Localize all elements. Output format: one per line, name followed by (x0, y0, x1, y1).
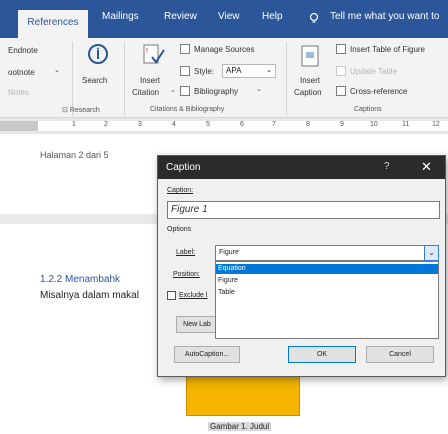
insert-caption-icon (301, 45, 319, 67)
caption-field-label: Caption: (167, 187, 194, 194)
lightbulb-icon (309, 12, 319, 23)
insert-citation-button[interactable]: Insert (140, 76, 160, 85)
new-label-button[interactable]: New Lab (176, 316, 218, 333)
insert-citation-icon: ! (143, 44, 165, 64)
label-select[interactable]: Figure (215, 245, 439, 261)
style-icon (180, 66, 190, 76)
table-of-figures-icon (336, 44, 346, 54)
next-footnote-button[interactable]: ootnote (8, 68, 35, 77)
help-button[interactable]: ? (384, 161, 390, 172)
tab-view[interactable]: View (218, 11, 240, 22)
show-notes-button[interactable]: Notes (8, 88, 29, 97)
caption-input[interactable]: Figure 1 (167, 201, 440, 219)
chevron-down-icon[interactable]: ⌄ (54, 66, 60, 74)
ruler-tick-label: 6 (240, 121, 244, 128)
chevron-down-icon[interactable]: ⌄ (424, 245, 439, 261)
label-field-label: Label: (176, 249, 196, 256)
manage-sources-button[interactable]: Manage Sources (194, 45, 254, 54)
insert-caption-button-line2[interactable]: Caption (294, 88, 322, 97)
tell-me-search[interactable]: Tell me what you want to (330, 11, 440, 22)
tab-references[interactable]: References (18, 10, 88, 38)
caption-dialog: Caption ? ✕ Caption: Figure 1 Options La… (157, 155, 446, 377)
ruler-tick-label: 12 (432, 121, 440, 128)
update-table-button[interactable]: Update Table (350, 67, 397, 76)
tab-review[interactable]: Review (164, 11, 197, 22)
chevron-down-icon[interactable]: ⌄ (170, 86, 176, 94)
close-icon[interactable]: ✕ (421, 159, 432, 175)
ruler-tick-label: 2 (104, 121, 108, 128)
bibliography-button[interactable]: Bibliography (194, 87, 238, 96)
ribbon-tab-bar: References Mailings Review View Help Tel… (0, 0, 448, 38)
manage-sources-icon (180, 44, 190, 54)
dropdown-option-equation[interactable]: Equation (216, 264, 438, 274)
tab-mailings[interactable]: Mailings (102, 11, 139, 22)
style-label: Style: (194, 67, 215, 76)
cross-reference-button[interactable]: Cross-reference (350, 87, 407, 96)
ruler-tick-label: 9 (340, 121, 344, 128)
body-paragraph[interactable]: Misalnya dalam makal (40, 290, 139, 301)
insert-endnote-button[interactable]: Endnote (8, 46, 38, 55)
dialog-title: Caption (166, 162, 201, 173)
section-heading[interactable]: 1.2.2 Menambahk (40, 274, 120, 285)
ruler-tick-label: 4 (172, 121, 176, 128)
position-field-label: Position: (173, 271, 200, 278)
word-window: References Mailings Review View Help Tel… (0, 0, 448, 434)
tab-help[interactable]: Help (262, 11, 283, 22)
ruler-tick-label: 11 (402, 121, 410, 128)
dropdown-option-table[interactable]: Table (216, 288, 438, 298)
exclude-label-text: Exclude l (179, 292, 208, 299)
ruler-tick-label: 8 (306, 121, 310, 128)
group-divider (124, 42, 125, 116)
chevron-down-icon[interactable]: ⌄ (256, 85, 262, 93)
figure-caption[interactable]: Gambar 1. Judul (208, 422, 272, 431)
figure-image[interactable] (186, 372, 300, 416)
ruler-tick-label: 3 (138, 121, 142, 128)
research-group-label: ⊡ Research (62, 107, 100, 114)
update-table-icon (336, 66, 346, 76)
ruler-tick-label: 1 (72, 121, 76, 128)
style-value: APA (226, 66, 242, 75)
group-divider (72, 42, 73, 116)
ruler-tick-label: 10 (370, 121, 378, 128)
bibliography-icon (180, 86, 190, 96)
ruler-tick-label: 5 (206, 121, 210, 128)
search-icon[interactable] (86, 43, 112, 69)
page-footer-label: Halaman 2 dari 5 (40, 150, 109, 160)
cross-reference-icon (336, 86, 346, 96)
ribbon-references: Endnote ootnote ⌄ Notes Search ⊡ Researc… (0, 38, 448, 118)
dialog-title-bar[interactable]: Caption ? ✕ (158, 156, 445, 179)
exclude-label-checkbox[interactable] (167, 291, 176, 300)
autocaption-button[interactable]: AutoCaption... (174, 346, 240, 363)
ruler-tick-label: 7 (272, 121, 276, 128)
ok-button[interactable]: OK (288, 346, 356, 363)
captions-group-label: Captions (354, 106, 382, 113)
insert-citation-button-line2[interactable]: Citation (132, 88, 159, 97)
dropdown-option-figure[interactable]: Figure (216, 276, 438, 286)
style-select[interactable]: APA ⌄ (222, 64, 276, 78)
insert-caption-button[interactable]: Insert (300, 76, 320, 85)
group-divider (286, 42, 287, 116)
citations-group-label: Citations & Bibliography (150, 106, 225, 113)
options-heading: Options (167, 226, 192, 233)
insert-table-of-figures-button[interactable]: Insert Table of Figure (350, 45, 425, 54)
horizontal-ruler[interactable]: 1 2 3 4 5 6 7 8 9 10 11 12 (0, 118, 448, 134)
chevron-down-icon: ⌄ (266, 67, 272, 74)
cancel-button[interactable]: Cancel (366, 346, 434, 363)
svg-text:!: ! (146, 48, 148, 55)
search-button-label[interactable]: Search (82, 76, 107, 85)
label-dropdown-list[interactable]: Equation Figure Table (215, 261, 439, 339)
ruler-margin (0, 121, 38, 131)
dialog-launcher-icon[interactable]: ⊡ (62, 107, 70, 114)
